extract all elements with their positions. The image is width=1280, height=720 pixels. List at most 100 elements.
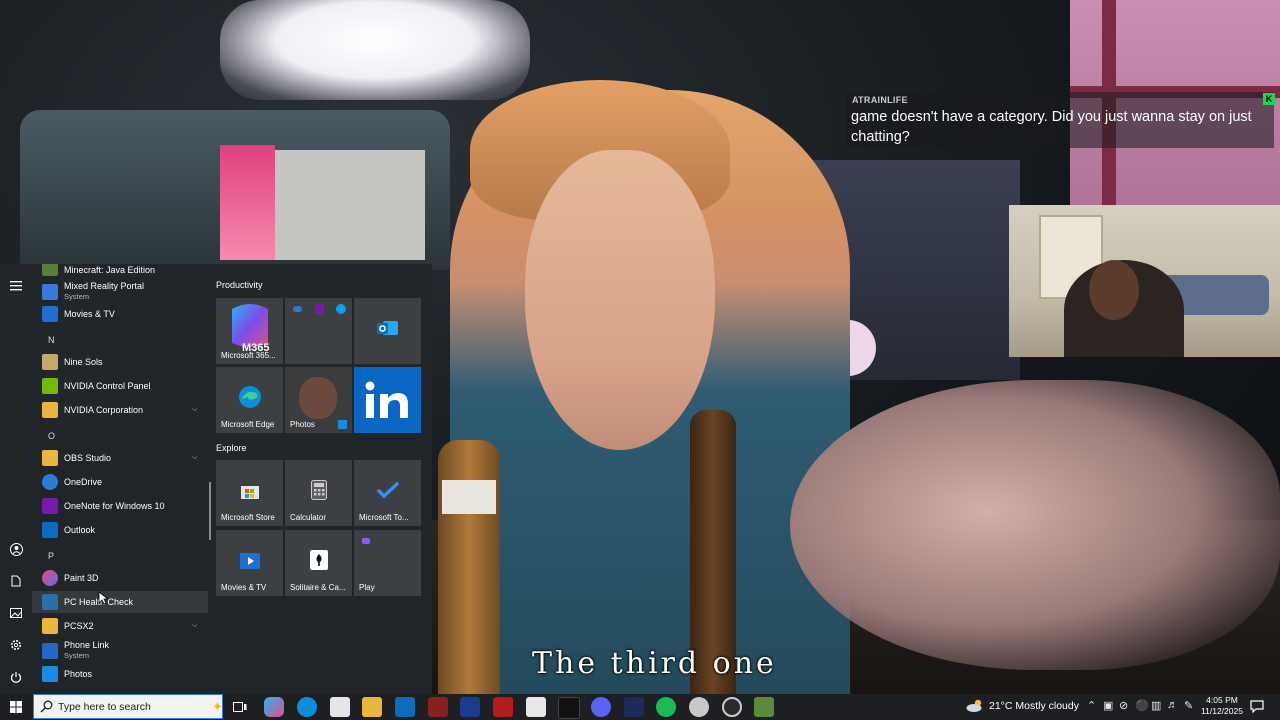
obs-icon[interactable] xyxy=(722,697,742,717)
folder-nvidia-corporation[interactable]: NVIDIA Corporation ⌵ xyxy=(32,399,208,421)
edge-taskbar-icon[interactable] xyxy=(297,697,317,717)
video-person-face xyxy=(525,150,715,450)
app-movies-tv[interactable]: Movies & TV xyxy=(32,303,208,325)
folder-pcsx2[interactable]: PCSX2 ⌵ xyxy=(32,615,208,637)
outlook-icon xyxy=(376,320,398,335)
settings-gear-icon[interactable] xyxy=(8,637,24,653)
tray-app-icon[interactable]: ▣ xyxy=(1103,699,1113,712)
power-icon[interactable] xyxy=(8,669,24,685)
pictures-icon[interactable] xyxy=(8,605,24,621)
app-paint-3d[interactable]: Paint 3D xyxy=(32,567,208,589)
section-letter-p[interactable]: P xyxy=(48,551,54,561)
tile-office-apps[interactable] xyxy=(285,298,352,364)
documents-icon[interactable] xyxy=(8,573,24,589)
movies-tv-icon xyxy=(239,552,260,569)
tile-microsoft-store[interactable]: Microsoft Store xyxy=(216,460,283,526)
app-pc-health-check[interactable]: PC Health Check xyxy=(32,591,208,613)
kick-app-icon[interactable] xyxy=(624,697,644,717)
app-mixed-reality-portal[interactable]: Mixed Reality Portal System xyxy=(32,279,208,305)
folder-obs-studio[interactable]: OBS Studio ⌵ xyxy=(32,447,208,469)
background-truck-window xyxy=(275,150,425,260)
app-nvidia-control-panel[interactable]: NVIDIA Control Panel xyxy=(32,375,208,397)
onedrive-icon xyxy=(293,306,302,312)
microsoft-store-icon xyxy=(240,485,259,499)
search-input[interactable] xyxy=(58,698,178,716)
weather-widget[interactable]: 21°C Mostly cloudy xyxy=(966,699,1079,712)
linkedin-icon xyxy=(365,381,408,418)
mega-app-icon[interactable] xyxy=(493,697,513,717)
tile-microsoft-todo[interactable]: Microsoft To... xyxy=(354,460,421,526)
volume-icon[interactable]: ♬ xyxy=(1167,699,1178,711)
tile-microsoft-365[interactable]: M365 Microsoft 365... xyxy=(216,298,283,364)
photos-icon xyxy=(42,666,58,682)
spotify-icon[interactable] xyxy=(656,697,676,717)
start-rail xyxy=(0,264,32,694)
tile-play[interactable]: Play xyxy=(354,530,421,596)
pen-icon[interactable]: ✎ xyxy=(1184,699,1193,712)
clock-time: 4:05 PM xyxy=(1206,695,1238,705)
app-list-scrollbar[interactable] xyxy=(209,482,211,540)
app-onedrive[interactable]: OneDrive xyxy=(32,471,208,493)
chat-username: ATRAINLIFE xyxy=(852,95,908,105)
start-button[interactable] xyxy=(0,694,32,720)
kick-logo-icon: K xyxy=(1263,93,1275,105)
mixed-reality-icon xyxy=(42,284,58,300)
tile-calculator[interactable]: Calculator xyxy=(285,460,352,526)
play-icon xyxy=(362,538,370,544)
discord-icon[interactable] xyxy=(591,697,611,717)
user-account-icon[interactable] xyxy=(8,541,24,557)
tile-photos[interactable]: Photos xyxy=(285,367,352,433)
app-photos[interactable]: Photos xyxy=(32,663,208,685)
tile-microsoft-edge[interactable]: Microsoft Edge xyxy=(216,367,283,433)
steam-icon[interactable] xyxy=(689,697,709,717)
section-letter-o[interactable]: O xyxy=(48,431,55,441)
microphone-icon[interactable]: ⚫ xyxy=(1135,699,1149,712)
beer-bottle xyxy=(438,440,500,694)
paint-3d-icon xyxy=(42,570,58,586)
app-minecraft-java[interactable]: Minecraft: Java Edition xyxy=(32,264,208,279)
solitaire-cards-icon xyxy=(309,549,328,570)
app-phone-link[interactable]: Phone Link System xyxy=(32,638,208,664)
game-app-icon[interactable] xyxy=(428,697,448,717)
game-launcher-icon[interactable] xyxy=(754,697,774,717)
cloudy-weather-icon xyxy=(966,699,982,712)
hamburger-menu-icon[interactable] xyxy=(8,278,24,294)
app-outlook[interactable]: Outlook xyxy=(32,519,208,541)
store-taskbar-icon[interactable] xyxy=(330,697,350,717)
windows-logo-icon xyxy=(10,701,22,713)
show-hidden-icons-chevron-icon[interactable]: ⌃ xyxy=(1087,699,1096,712)
tray-network-off-icon[interactable]: ⊘ xyxy=(1119,699,1128,712)
skate-app-icon[interactable] xyxy=(558,697,580,719)
movies-tv-icon xyxy=(42,306,58,322)
background-light-sculpture xyxy=(220,0,530,100)
streamer-webcam xyxy=(1009,205,1280,357)
fall-guys-icon[interactable] xyxy=(460,697,480,717)
background-poster xyxy=(220,145,275,260)
microsoft-todo-icon xyxy=(376,481,399,498)
tile-movies-tv[interactable]: Movies & TV xyxy=(216,530,283,596)
weather-text: 21°C Mostly cloudy xyxy=(989,699,1079,712)
section-letter-n[interactable]: N xyxy=(48,335,55,345)
copilot-icon[interactable] xyxy=(264,697,284,717)
onenote-icon xyxy=(315,304,324,314)
outlook-taskbar-icon[interactable] xyxy=(395,697,415,717)
file-explorer-icon[interactable] xyxy=(362,697,382,717)
tile-linkedin[interactable] xyxy=(354,367,421,433)
tile-solitaire[interactable]: Solitaire & Ca... xyxy=(285,530,352,596)
group-title-explore: Explore xyxy=(216,443,247,453)
nine-sols-icon xyxy=(42,354,58,370)
notification-center-icon[interactable] xyxy=(1250,699,1264,713)
app-onenote[interactable]: OneNote for Windows 10 xyxy=(32,495,208,517)
task-view-icon[interactable] xyxy=(230,697,250,717)
video-subtitle: The third one xyxy=(532,646,777,681)
clock[interactable]: 4:05 PM 11/12/2025 xyxy=(1200,695,1244,717)
folder-icon xyxy=(42,450,58,466)
tile-outlook[interactable] xyxy=(354,298,421,364)
wifi-icon[interactable]: ▥ xyxy=(1151,699,1161,712)
app-nine-sols[interactable]: Nine Sols xyxy=(32,351,208,373)
taskbar-search-box[interactable]: ✦ xyxy=(33,694,223,719)
character-app-icon[interactable] xyxy=(526,697,546,717)
app-list: Minecraft: Java Edition Mixed Reality Po… xyxy=(32,264,212,694)
microsoft-edge-icon xyxy=(238,385,261,408)
foreground-hand xyxy=(790,380,1280,670)
